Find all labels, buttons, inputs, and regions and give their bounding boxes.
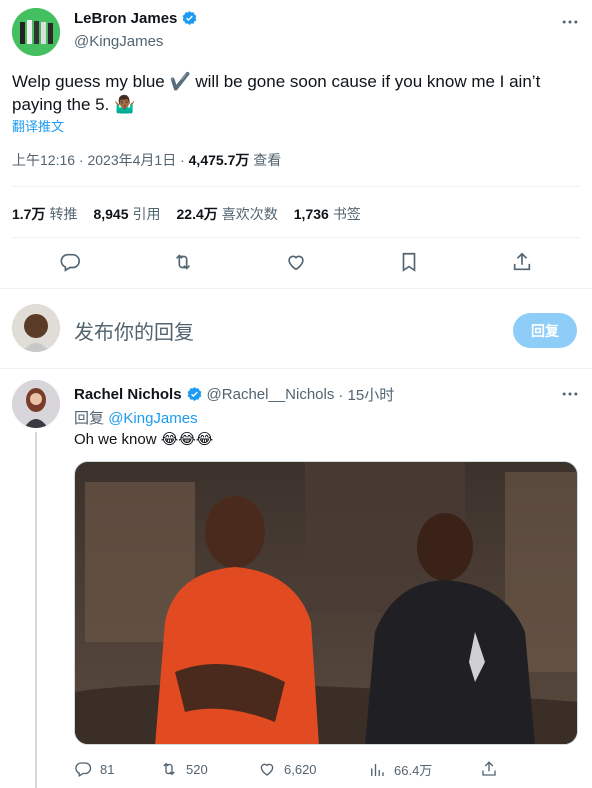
- divider: [0, 368, 592, 369]
- tweet-meta: 上午12:16 · 2023年4月1日 · 4,475.7万 查看: [12, 150, 281, 170]
- stat-quotes[interactable]: 8,945 引用: [93, 204, 160, 224]
- reply-author-name[interactable]: Rachel Nichols: [74, 386, 182, 403]
- reply-author-handle[interactable]: @Rachel__Nichols: [207, 386, 335, 403]
- divider: [12, 186, 580, 187]
- reply-icon: [74, 760, 92, 778]
- like-count: 6,620: [284, 761, 317, 777]
- retweet-icon[interactable]: [169, 248, 197, 276]
- reply-retweet-button[interactable]: 520: [160, 760, 208, 778]
- replying-to-handle[interactable]: @KingJames: [108, 410, 197, 427]
- user-avatar[interactable]: [12, 304, 60, 352]
- reply-button[interactable]: 回复: [513, 313, 577, 348]
- views-label: 查看: [253, 152, 282, 168]
- author-handle[interactable]: @KingJames: [74, 33, 163, 50]
- views-count: 4,475.7万: [188, 152, 250, 168]
- verified-badge-icon: [181, 10, 198, 27]
- share-icon[interactable]: [508, 248, 536, 276]
- rachel-avatar[interactable]: [12, 380, 60, 428]
- tweet-stats: 1.7万 转推 8,945 引用 22.4万 喜欢次数 1,736 书签: [12, 204, 361, 224]
- more-icon[interactable]: [560, 384, 580, 404]
- author-line: LeBron James: [74, 10, 198, 27]
- reply-composer-input[interactable]: 发布你的回复: [74, 316, 194, 345]
- reply-time[interactable]: · 15小时: [338, 384, 394, 405]
- reply-text: Oh we know 😂😂😂: [74, 431, 214, 448]
- stat-retweets[interactable]: 1.7万 转推: [12, 204, 77, 224]
- tweet-actions: [0, 248, 592, 276]
- views-icon: [368, 761, 386, 779]
- reply-media-video[interactable]: [74, 461, 578, 745]
- tweet-time[interactable]: 上午12:16 · 2023年4月1日 ·: [12, 152, 189, 168]
- lebron-avatar[interactable]: [12, 8, 60, 56]
- retweet-icon: [160, 760, 178, 778]
- reply-share-button[interactable]: [480, 760, 498, 778]
- like-icon: [258, 760, 276, 778]
- author-name[interactable]: LeBron James: [74, 10, 177, 27]
- reply-count: 81: [100, 761, 115, 777]
- translate-link[interactable]: 翻译推文: [12, 116, 64, 135]
- views-count: 66.4万: [394, 763, 433, 778]
- replying-to: 回复 @KingJames: [74, 410, 198, 427]
- stat-bookmarks[interactable]: 1,736 书签: [294, 204, 361, 224]
- reply-views-button[interactable]: 66.4万: [368, 760, 432, 779]
- more-icon[interactable]: [560, 12, 580, 32]
- reply-like-button[interactable]: 6,620: [258, 760, 317, 778]
- reply-author-line: Rachel Nichols @Rachel__Nichols · 15小时: [74, 384, 394, 405]
- bookmark-icon[interactable]: [395, 248, 423, 276]
- divider: [0, 288, 592, 289]
- stat-likes[interactable]: 22.4万 喜欢次数: [177, 204, 278, 224]
- reply-reply-button[interactable]: 81: [74, 760, 114, 778]
- reply-icon[interactable]: [56, 248, 84, 276]
- share-icon: [480, 760, 498, 778]
- thread-line: [35, 432, 37, 788]
- reply-actions: 81 520 6,620 66.4万: [74, 760, 504, 780]
- like-icon[interactable]: [282, 248, 310, 276]
- divider: [12, 237, 580, 238]
- verified-badge-icon: [186, 386, 203, 403]
- tweet-text: Welp guess my blue ✔️ will be gone soon …: [12, 72, 541, 114]
- retweet-count: 520: [186, 761, 208, 777]
